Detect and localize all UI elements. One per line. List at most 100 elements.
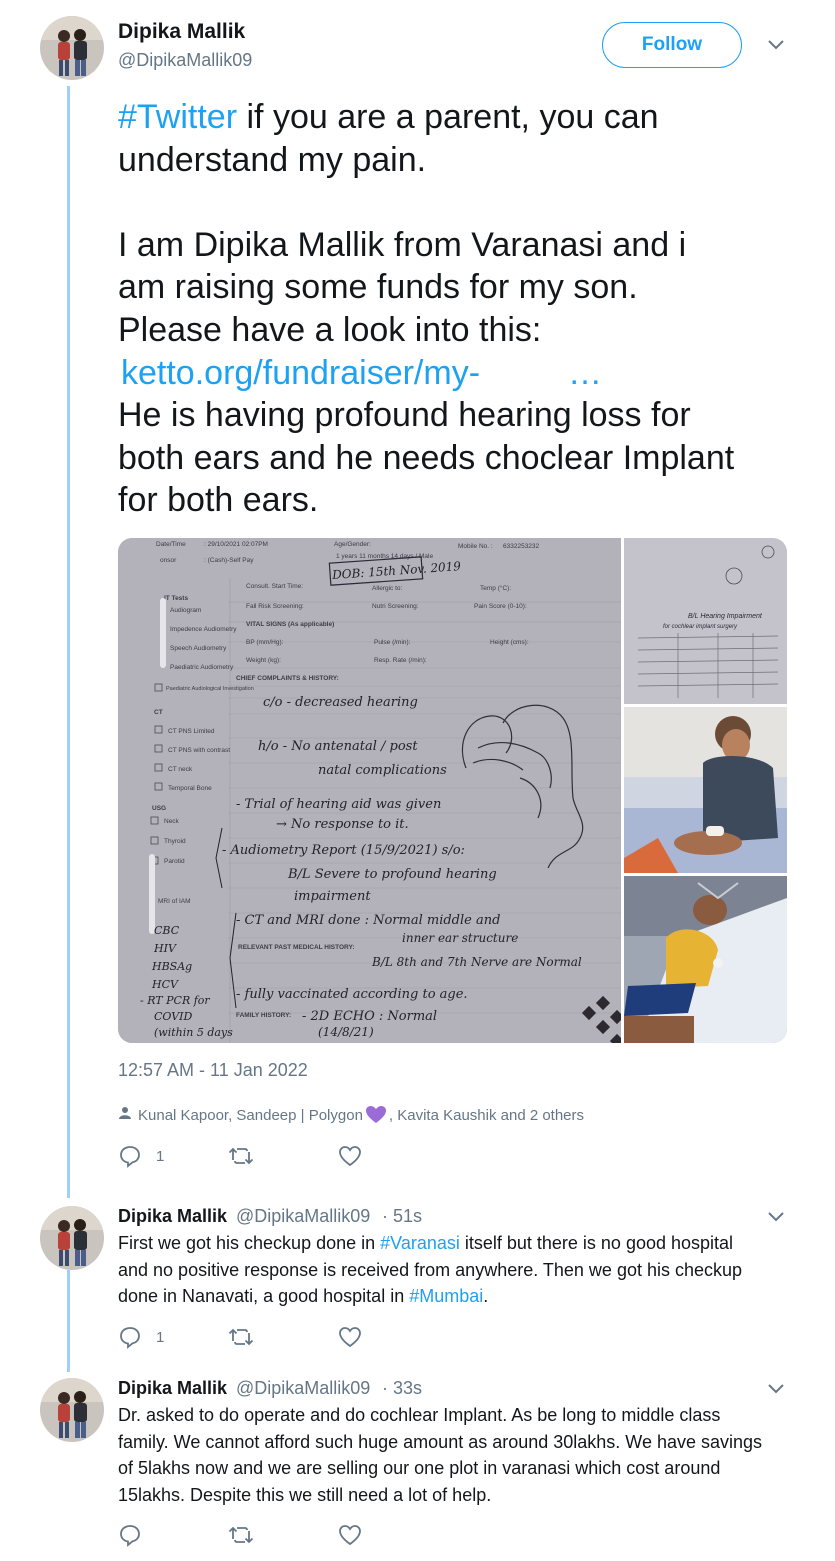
reply-text-fragment: itself but there is no good hospital	[459, 1233, 734, 1253]
retweet-button[interactable]	[228, 1524, 338, 1546]
reply-button[interactable]: 1	[118, 1144, 228, 1168]
author-handle[interactable]: @DipikaMallik09	[118, 50, 252, 71]
hashtag-link[interactable]: #Mumbai	[409, 1286, 483, 1306]
doc-family: FAMILY HISTORY:	[236, 1012, 291, 1019]
doc-usg3: Parotid	[164, 858, 185, 865]
reply-icon	[118, 1325, 142, 1349]
liked-by: Kunal Kapoor, Sandeep | Polygon , Kavita…	[118, 1105, 584, 1125]
follow-button[interactable]: Follow	[602, 22, 742, 68]
doc-impedance: Impedence Audiometry	[170, 626, 237, 633]
doc-margin-note: (within 5 days	[154, 1026, 233, 1039]
doc-vital: VITAL SIGNS (As applicable)	[246, 621, 334, 628]
doc-h6: - Audiometry Report (15/9/2021) s/o:	[222, 843, 465, 858]
doc-chief: CHIEF COMPLAINTS & HISTORY:	[236, 675, 339, 682]
child-photo[interactable]	[624, 707, 787, 873]
doc-consult: Consult. Start Time:	[246, 583, 303, 590]
thread-line	[67, 1270, 70, 1372]
doc-temp: Temp (°C):	[480, 584, 511, 592]
doc-allergic: Allergic to:	[372, 585, 403, 592]
prescription-photo[interactable]: Date/Time : 29/10/2021 02:07PM onsor : (…	[118, 538, 625, 1043]
reply-button[interactable]	[118, 1523, 228, 1547]
avatar[interactable]	[40, 1378, 104, 1442]
doc-margin-note: - RT PCR for	[140, 994, 210, 1007]
liked-by-others[interactable]: , Kavita Kaushik and 2 others	[389, 1107, 584, 1124]
reply-count: 1	[156, 1328, 165, 1346]
hospital-photo[interactable]	[624, 876, 787, 1043]
tweet-text: #Twitter if you are a parent, you can un…	[118, 96, 808, 522]
doc-h11: B/L 8th and 7th Nerve are Normal	[371, 955, 582, 969]
like-button[interactable]	[338, 1524, 362, 1546]
doc-tests: IT Tests	[164, 595, 188, 602]
retweet-button[interactable]	[228, 1145, 338, 1167]
reply-line: and no positive response is received fro…	[118, 1257, 798, 1284]
document-thumbnail[interactable]: B/L Hearing Impairment for cochlear impl…	[624, 538, 787, 704]
tweet-line: I am Dipika Mallik from Varanasi and i	[118, 225, 687, 264]
tweet-timestamp[interactable]: 12:57 AM - 11 Jan 2022	[118, 1060, 308, 1081]
avatar[interactable]	[40, 16, 104, 80]
liked-by-names[interactable]: Kunal Kapoor, Sandeep | Polygon	[138, 1107, 363, 1124]
reply-line: of 5lakhs now and we are selling our one…	[118, 1458, 721, 1478]
tweet-line: Please have a look into this:	[118, 310, 542, 349]
doc-usg1: Neck	[164, 818, 180, 825]
tweet-media[interactable]: Date/Time : 29/10/2021 02:07PM onsor : (…	[118, 538, 787, 1043]
doc-h13: - 2D ECHO : Normal	[302, 1009, 437, 1024]
reply-line: Dr. asked to do operate and do cochlear …	[118, 1405, 721, 1425]
reply-actions: 1	[118, 1325, 362, 1349]
doc-bp: BP (mm/Hg):	[246, 639, 284, 646]
chevron-down-icon[interactable]	[766, 38, 786, 57]
tweet-actions: 1	[118, 1144, 362, 1168]
doc-h8: impairment	[294, 889, 371, 904]
reply-author-handle[interactable]: @DipikaMallik09	[236, 1206, 370, 1227]
doc-mobile-value: 6332253232	[503, 543, 540, 550]
thumb-sub: for cochlear implant surgery	[663, 624, 738, 630]
doc-h9: - CT and MRI done : Normal middle and	[236, 913, 500, 928]
reply-actions	[118, 1523, 362, 1547]
tweet-line: for both ears.	[118, 481, 319, 520]
retweet-icon	[228, 1326, 254, 1348]
doc-h14: (14/8/21)	[318, 1025, 374, 1039]
reply-time[interactable]: · 33s	[382, 1378, 422, 1399]
doc-h12: - fully vaccinated according to age.	[236, 987, 468, 1002]
reply-time[interactable]: · 51s	[382, 1206, 422, 1227]
like-icon	[338, 1326, 362, 1348]
reply-author-name[interactable]: Dipika Mallik	[118, 1206, 227, 1227]
doc-margin-note: HCV	[151, 978, 179, 991]
purple-heart-icon	[365, 1105, 387, 1125]
thread-line	[67, 86, 70, 1198]
like-icon	[338, 1145, 362, 1167]
tweet-line	[118, 181, 808, 224]
doc-usg: USG	[152, 805, 166, 812]
tweet-line: ketto.org/fundraiser/my- …	[118, 352, 808, 395]
chevron-down-icon[interactable]	[766, 1210, 786, 1229]
chevron-down-icon[interactable]	[766, 1382, 786, 1401]
reply-button[interactable]: 1	[118, 1325, 228, 1349]
doc-height: Height (cms):	[490, 639, 529, 646]
hashtag-link[interactable]: #Twitter	[118, 98, 237, 136]
doc-h7: B/L Severe to profound hearing	[287, 867, 497, 882]
thumb-heading: B/L Hearing Impairment	[688, 613, 763, 620]
avatar[interactable]	[40, 1206, 104, 1270]
reply-author-name[interactable]: Dipika Mallik	[118, 1378, 227, 1399]
doc-h2: h/o - No antenatal / post	[258, 739, 418, 754]
doc-pulse: Pulse (/min):	[374, 639, 411, 646]
doc-pain: Pain Score (0-10):	[474, 603, 527, 610]
doc-ct1: CT PNS Limited	[168, 728, 215, 735]
reply-text-fragment: done in Nanavati, a good hospital in	[118, 1286, 410, 1306]
reply-author-handle[interactable]: @DipikaMallik09	[236, 1378, 370, 1399]
like-button[interactable]	[338, 1326, 362, 1348]
tweet-line: He is having profound hearing loss for	[118, 396, 691, 435]
fundraiser-link[interactable]: ketto.org/fundraiser/my-	[121, 354, 480, 392]
author-name[interactable]: Dipika Mallik	[118, 20, 245, 44]
like-button[interactable]	[338, 1145, 362, 1167]
retweet-button[interactable]	[228, 1326, 338, 1348]
hashtag-link[interactable]: #Varanasi	[380, 1233, 460, 1253]
doc-h4: - Trial of hearing aid was given	[236, 797, 441, 812]
doc-weight: Weight (kg):	[246, 657, 281, 664]
doc-margin-note: HIV	[153, 942, 177, 955]
doc-paed-invest: Paediatric Audiological Investigation	[166, 686, 254, 692]
reply-line: First we got his checkup done in #Varana…	[118, 1230, 798, 1257]
doc-h1: c/o - decreased hearing	[263, 695, 418, 710]
tweet-text-fragment: if you are a parent, you can	[237, 98, 659, 136]
reply-icon	[118, 1523, 142, 1547]
link-ellipsis[interactable]: …	[568, 354, 602, 392]
